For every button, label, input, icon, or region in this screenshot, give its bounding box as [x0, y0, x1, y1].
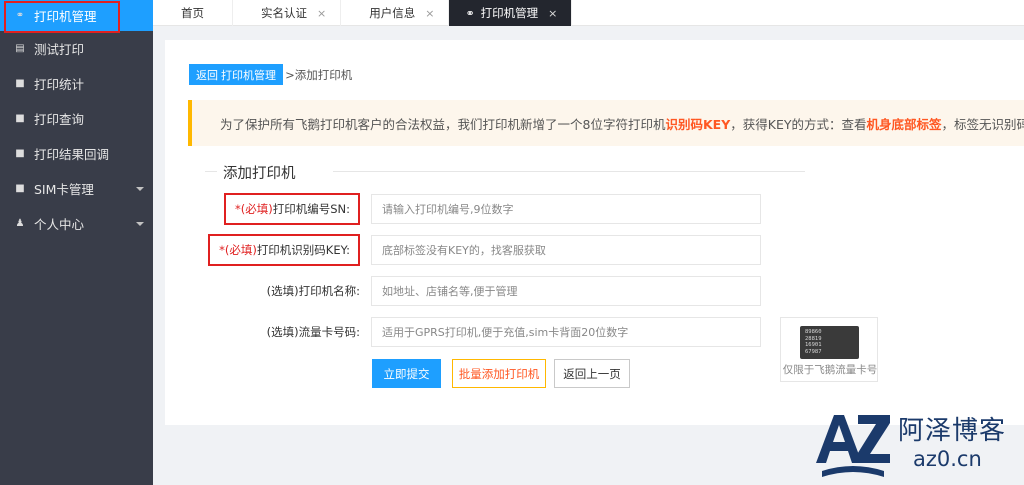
chat-icon: ■ [15, 113, 25, 124]
watermark: 阿泽博客 az0.cn [812, 401, 1024, 485]
tab-bar: 首页 实名认证 × 用户信息 × ⚭ 打印机管理 × [153, 0, 1024, 26]
key-label: *(必填)打印机识别码KEY: [208, 234, 360, 266]
tab-real-name-auth[interactable]: 实名认证 × [233, 0, 342, 26]
chevron-down-icon [136, 222, 144, 226]
notice-highlight-key: 识别码KEY [665, 116, 731, 132]
sn-label: *(必填)打印机编号SN: [223, 193, 360, 225]
notice-text: 为了保护所有飞鹅打印机客户的合法权益，我们打印机新增了一个8位字符打印机 [220, 116, 666, 132]
sim-card-digits: 67987 [805, 348, 822, 355]
tab-label: 用户信息 [369, 6, 416, 20]
sidebar-item-test-print[interactable]: ▤ 测试打印 [0, 31, 153, 66]
sidebar-item-label: 个人中心 [34, 217, 85, 232]
form-row-sn: *(必填)打印机编号SN: [165, 193, 765, 225]
sidebar-item-label: 打印结果回调 [34, 147, 110, 162]
tab-label: 实名认证 [261, 6, 307, 20]
watermark-logo [816, 415, 890, 477]
tab-label: 打印机管理 [480, 6, 539, 20]
back-button[interactable]: 返回上一页 [554, 359, 630, 388]
divider [333, 171, 805, 172]
sim-card-image: 89860 28819 16901 67987 [800, 326, 859, 359]
watermark-url: az0.cn [913, 447, 982, 471]
printer-name-input[interactable] [371, 276, 761, 306]
user-icon: ♟ [15, 218, 25, 229]
tab-label: 首页 [181, 6, 204, 20]
key-label-text: 打印机识别码KEY: [256, 243, 350, 257]
chevron-down-icon [136, 187, 144, 191]
form-row-sim: (选填)流量卡号码: [165, 317, 765, 347]
form-title: 添加打印机 [223, 166, 296, 182]
sidebar-item-print-stats[interactable]: ■ 打印统计 [0, 66, 153, 101]
close-icon[interactable]: × [548, 7, 557, 20]
form-legend: 添加打印机 [205, 162, 805, 182]
link-icon: ⚭ [15, 10, 25, 21]
sim-label: (选填)流量卡号码: [266, 325, 360, 339]
back-to-printer-management-button[interactable]: 返回 打印机管理 [189, 64, 284, 85]
sidebar-item-print-callback[interactable]: ■ 打印结果回调 [0, 136, 153, 171]
sim-card-illustration: 89860 28819 16901 67987 仅限于飞鹅流量卡号 [780, 317, 878, 382]
sim-card-caption: 仅限于飞鹅流量卡号 [782, 364, 878, 376]
chat-icon: ■ [15, 78, 25, 89]
sidebar-item-label: 打印查询 [34, 112, 85, 127]
close-icon[interactable]: × [425, 7, 434, 20]
sim-number-input[interactable] [371, 317, 761, 347]
divider [205, 171, 217, 172]
notice-text: ，标签无识别码的 [941, 116, 1024, 132]
printer-key-input[interactable] [371, 235, 761, 265]
required-marker: *(必填) [234, 202, 273, 216]
chat-icon: ■ [15, 148, 25, 159]
sidebar-item-sim-management[interactable]: ■ SIM卡管理 [0, 171, 153, 206]
close-icon[interactable]: × [317, 7, 326, 20]
sidebar-item-label: 打印统计 [34, 77, 85, 92]
sidebar-item-label: 测试打印 [34, 42, 85, 57]
sidebar-item-user-center[interactable]: ♟ 个人中心 [0, 206, 153, 241]
sidebar-item-label: SIM卡管理 [34, 182, 94, 197]
printer-sn-input[interactable] [371, 194, 761, 224]
watermark-name: 阿泽博客 [898, 416, 1007, 446]
submit-button[interactable]: 立即提交 [372, 359, 441, 388]
chat-icon: ■ [15, 183, 25, 194]
breadcrumb-current: >添加打印机 [285, 67, 353, 82]
tab-home[interactable]: 首页 [153, 0, 233, 26]
notice-text: ，获得KEY的方式：查看 [730, 116, 867, 132]
notice-banner: 为了保护所有飞鹅打印机客户的合法权益，我们打印机新增了一个8位字符打印机 识别码K… [188, 100, 1024, 146]
form-row-name: (选填)打印机名称: [165, 276, 765, 306]
required-marker: *(必填) [219, 243, 257, 257]
form-row-key: *(必填)打印机识别码KEY: [165, 234, 765, 266]
sidebar-item-label: 打印机管理 [34, 9, 97, 24]
main-content: 返回 打印机管理 >添加打印机 为了保护所有飞鹅打印机客户的合法权益，我们打印机… [165, 40, 1024, 425]
tab-printer-management[interactable]: ⚭ 打印机管理 × [449, 0, 573, 26]
sidebar: ⚭ 打印机管理 ▤ 测试打印 ■ 打印统计 ■ 打印查询 ■ 打印结果回调 ■ … [0, 0, 153, 485]
sn-label-text: 打印机编号SN: [272, 202, 350, 216]
breadcrumb: 返回 打印机管理 >添加打印机 [189, 64, 352, 85]
tab-user-info[interactable]: 用户信息 × [341, 0, 450, 26]
name-label: (选填)打印机名称: [266, 284, 360, 298]
link-icon: ⚭ [465, 6, 475, 20]
sidebar-item-print-query[interactable]: ■ 打印查询 [0, 101, 153, 136]
notice-highlight-label: 机身底部标签 [866, 116, 942, 132]
sidebar-item-printer-management[interactable]: ⚭ 打印机管理 [0, 0, 153, 33]
batch-add-button[interactable]: 批量添加打印机 [452, 359, 546, 388]
document-icon: ▤ [15, 43, 25, 54]
